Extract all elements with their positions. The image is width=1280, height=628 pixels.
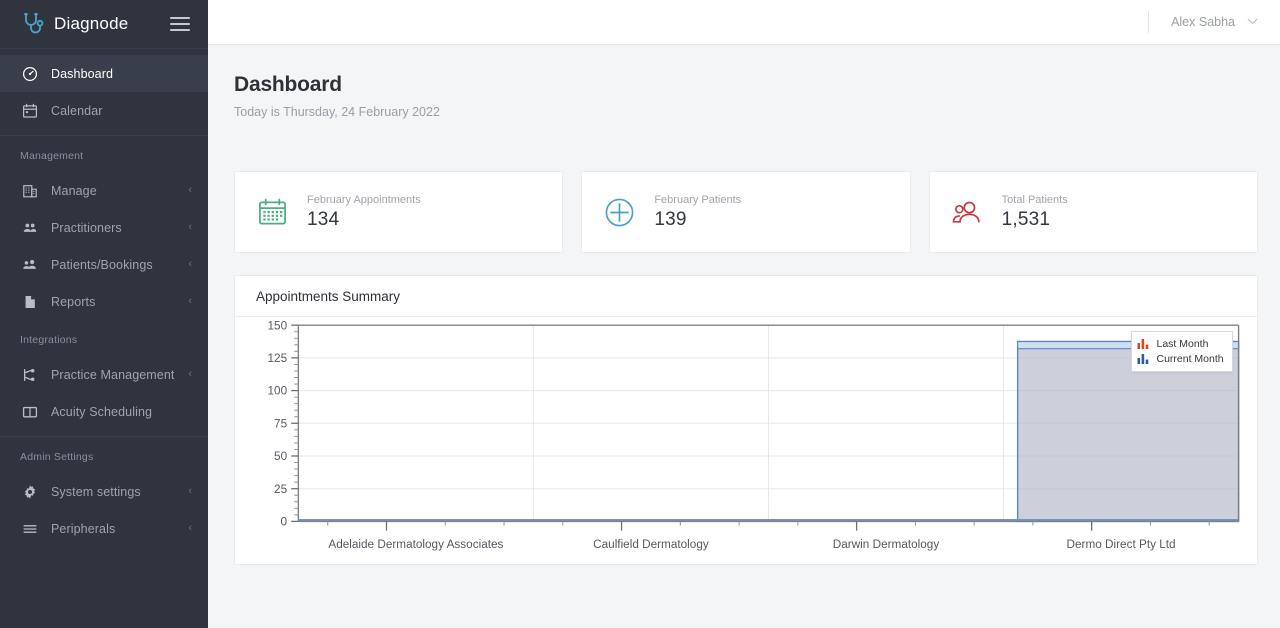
stethoscope-icon	[20, 11, 46, 37]
sidebar-item-acuity-scheduling[interactable]: Acuity Scheduling	[0, 393, 208, 430]
chart-card-header: Appointments Summary	[235, 276, 1257, 317]
app-root: Diagnode Dashboard Calendar Management M…	[0, 0, 1280, 628]
chevron-left-icon: ‹	[188, 368, 192, 380]
sidebar: Diagnode Dashboard Calendar Management M…	[0, 0, 208, 628]
gear-icon	[20, 482, 39, 501]
sidebar-item-system-settings[interactable]: System settings ‹	[0, 473, 208, 510]
sidebar-item-dashboard[interactable]: Dashboard	[0, 55, 208, 92]
stat-value: 134	[307, 208, 340, 230]
stat-text-block: February Patients 139	[654, 194, 741, 231]
patient-group-icon	[20, 255, 39, 274]
appointments-summary-card: Appointments Summary 0 25 50 75 100 125 150 Ade…	[234, 275, 1258, 565]
sidebar-item-practitioners[interactable]: Practitioners ‹	[0, 209, 208, 246]
users-icon	[20, 218, 39, 237]
stat-text-block: February Appointments 134	[307, 194, 421, 231]
stat-card-february-appointments[interactable]: February Appointments 134	[234, 171, 564, 253]
chevron-left-icon: ‹	[188, 522, 192, 534]
chevron-left-icon: ‹	[188, 295, 192, 307]
sidebar-group-management: Management	[20, 150, 84, 162]
bar-chart-icon	[1137, 338, 1150, 350]
brand-name: Diagnode	[54, 14, 129, 33]
sidebar-group-integrations: Integrations	[20, 334, 78, 346]
sidebar-item-label: Patients/Bookings	[51, 257, 153, 272]
sidebar-item-label: Acuity Scheduling	[51, 404, 153, 419]
chevron-left-icon: ‹	[188, 485, 192, 497]
x-axis-tick-label: Caulfield Dermatology	[593, 538, 709, 551]
main-area: Alex Sabha Dashboard Today is Thursday, …	[208, 0, 1280, 628]
document-icon	[20, 292, 39, 311]
legend-item-current-month[interactable]: Current Month	[1137, 351, 1224, 366]
building-icon	[20, 181, 39, 200]
sidebar-item-patients-bookings[interactable]: Patients/Bookings ‹	[0, 246, 208, 283]
chevron-left-icon: ‹	[188, 221, 192, 233]
sidebar-group-admin-settings: Admin Settings	[20, 451, 94, 463]
sidebar-item-label: Reports	[51, 294, 96, 309]
y-axis-tick-label: 100	[268, 385, 288, 398]
x-axis-tick-label: Adelaide Dermatology Associates	[328, 538, 503, 551]
calendar-icon	[255, 195, 289, 229]
sidebar-item-peripherals[interactable]: Peripherals ‹	[0, 510, 208, 547]
stat-card-total-patients[interactable]: Total Patients 1,531	[928, 171, 1258, 253]
sidebar-item-reports[interactable]: Reports ‹	[0, 283, 208, 320]
appointments-bar-chart[interactable]: 0 25 50 75 100 125 150 Adelaide Dermatology Ass…	[235, 317, 1257, 570]
plus-circle-icon	[602, 195, 636, 229]
sidebar-item-practice-management[interactable]: Practice Management ‹	[0, 356, 208, 393]
page-title: Dashboard	[234, 73, 342, 96]
sidebar-item-label: Peripherals	[51, 521, 116, 536]
y-axis-tick-label: 75	[274, 417, 288, 430]
legend-item-last-month[interactable]: Last Month	[1137, 336, 1223, 351]
sidebar-item-label: Calendar	[51, 103, 103, 118]
people-icon	[950, 195, 984, 229]
y-axis-tick-label: 150	[268, 319, 288, 332]
y-axis-tick-label: 125	[268, 352, 288, 365]
user-menu-label[interactable]: Alex Sabha	[1171, 15, 1235, 29]
chevron-left-icon: ‹	[188, 184, 192, 196]
stat-label: February Appointments	[307, 193, 421, 206]
chart-legend[interactable]: Last Month Current Month	[1131, 331, 1233, 373]
list-icon	[20, 519, 39, 538]
sidebar-item-label: Practitioners	[51, 220, 122, 235]
y-axis-tick-label: 25	[274, 483, 288, 496]
stat-cards-row: February Appointments 134 February Patie…	[234, 171, 1258, 253]
sidebar-nav: Dashboard Calendar Management Manage ‹ P…	[0, 49, 208, 628]
sitemap-icon	[20, 365, 39, 384]
brand-header: Diagnode	[0, 0, 208, 49]
chart-body: 0 25 50 75 100 125 150 Adelaide Dermatology Ass…	[235, 317, 1257, 564]
legend-label: Current Month	[1156, 352, 1224, 365]
y-axis-tick-label: 0	[281, 515, 288, 528]
stat-text-block: Total Patients 1,531	[1002, 194, 1068, 231]
sidebar-item-label: Dashboard	[51, 66, 114, 81]
page-content: Dashboard Today is Thursday, 24 February…	[208, 45, 1280, 628]
stat-value: 1,531	[1001, 208, 1051, 230]
dashboard-gauge-icon	[20, 64, 39, 83]
stat-label: Total Patients	[1001, 193, 1068, 206]
bar-chart-icon	[1137, 353, 1150, 365]
chart-title: Appointments Summary	[256, 288, 401, 304]
sidebar-item-calendar[interactable]: Calendar	[0, 92, 208, 129]
sidebar-item-manage[interactable]: Manage ‹	[0, 172, 208, 209]
stat-card-february-patients[interactable]: February Patients 139	[581, 171, 911, 253]
y-axis-tick-label: 50	[274, 450, 288, 463]
book-icon	[20, 402, 39, 421]
sidebar-item-label: Manage	[51, 183, 97, 198]
sidebar-item-label: Practice Management	[51, 367, 175, 382]
hamburger-icon[interactable]	[170, 17, 190, 31]
x-axis-tick-label: Darwin Dermatology	[833, 538, 940, 551]
sidebar-item-label: System settings	[51, 484, 141, 499]
topbar: Alex Sabha	[208, 0, 1280, 45]
page-subtitle: Today is Thursday, 24 February 2022	[234, 105, 440, 119]
calendar-icon	[20, 101, 39, 120]
legend-label: Last Month	[1156, 337, 1209, 350]
topbar-divider	[1148, 11, 1150, 33]
chevron-left-icon: ‹	[188, 258, 192, 270]
x-axis-tick-label: Dermo Direct Pty Ltd	[1067, 538, 1176, 551]
chevron-down-icon[interactable]	[1247, 17, 1258, 28]
stat-label: February Patients	[654, 193, 742, 206]
stat-value: 139	[654, 208, 687, 230]
